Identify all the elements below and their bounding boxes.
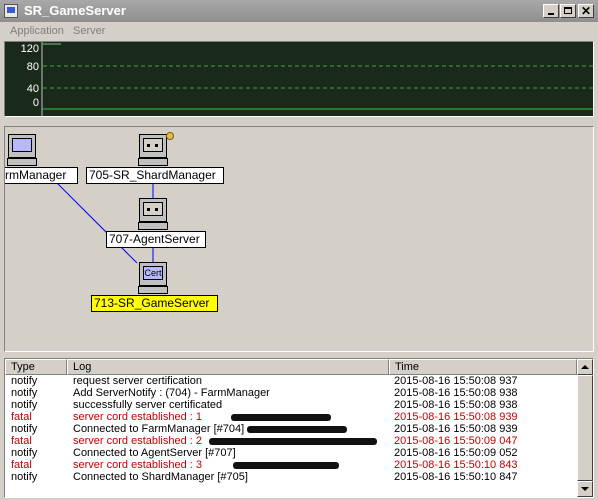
scroll-thumb[interactable]: [577, 375, 593, 481]
menu-bar: Application Server: [0, 22, 598, 41]
log-message-cell: successfully server certificated: [73, 399, 223, 411]
table-row[interactable]: fatal server cord established : 1 2015-08-…: [5, 411, 577, 423]
redaction-mark: [247, 426, 347, 433]
node-gameserver-label[interactable]: 713-SR_GameServer: [91, 295, 218, 312]
node-agentserver-text: 707-AgentServer: [109, 232, 200, 246]
log-time-cell: 2015-08-16 15:50:10 843: [394, 459, 518, 471]
link-farm-to-game: [56, 182, 138, 264]
log-type-cell: fatal: [11, 459, 32, 471]
log-type-cell: notify: [11, 387, 38, 399]
maximize-button[interactable]: [560, 4, 576, 18]
log-time-cell: 2015-08-16 15:50:09 052: [394, 447, 518, 459]
log-message-cell: Connected to AgentServer [#707]: [73, 447, 236, 459]
log-message-cell: Connected to ShardManager [#705]: [73, 471, 248, 483]
log-time-cell: 2015-08-16 15:50:08 937: [394, 375, 518, 387]
log-time-cell: 2015-08-16 15:50:08 938: [394, 387, 518, 399]
node-gameserver-certificate-icon[interactable]: Cert: [138, 262, 168, 296]
column-time[interactable]: Time: [389, 359, 577, 375]
log-message-cell: request server certification: [73, 375, 202, 387]
gear-icon: [166, 132, 174, 140]
minimize-icon: [548, 13, 554, 15]
minimize-button[interactable]: [543, 4, 559, 18]
close-icon: ✕: [581, 4, 592, 18]
redaction-mark: [233, 462, 339, 469]
arrow-down-icon: [581, 487, 589, 491]
node-shardmanager-label[interactable]: 705-SR_ShardManager: [86, 167, 224, 184]
graph-canvas: [41, 42, 593, 116]
table-row[interactable]: notify request server certification 2015-0…: [5, 375, 577, 387]
performance-graph: 120 80 40 0: [4, 41, 594, 117]
log-time-cell: 2015-08-16 15:50:08 939: [394, 411, 518, 423]
table-row[interactable]: notify Connected to ShardManager [#705] 20…: [5, 471, 577, 483]
redaction-mark: [209, 438, 377, 445]
log-time-cell: 2015-08-16 15:50:08 939: [394, 423, 518, 435]
maximize-icon: [564, 7, 572, 14]
arrow-up-icon: [581, 365, 589, 369]
node-farmmanager-computer-icon[interactable]: [7, 134, 37, 168]
log-message-cell: server cord established : 2: [73, 435, 203, 447]
table-row[interactable]: fatal server cord established : 2 2015-08-…: [5, 435, 577, 447]
node-shardmanager-text: 705-SR_ShardManager: [89, 168, 216, 182]
log-table-header: Type Log Time: [5, 359, 577, 375]
node-agentserver-label[interactable]: 707-AgentServer: [106, 231, 206, 248]
log-type-cell: fatal: [11, 435, 32, 447]
scroll-down-button[interactable]: [577, 481, 593, 497]
log-type-cell: notify: [11, 423, 38, 435]
app-icon[interactable]: [4, 4, 18, 18]
log-type-cell: notify: [11, 471, 38, 483]
log-rows: notify request server certification 2015-0…: [5, 375, 577, 483]
menu-application[interactable]: Application: [10, 25, 64, 37]
log-message-cell: Connected to FarmManager [#704]: [73, 423, 245, 435]
log-type-cell: notify: [11, 399, 38, 411]
node-gameserver-text: 713-SR_GameServer: [94, 296, 210, 310]
log-table: Type Log Time notify request server certi…: [4, 358, 594, 498]
table-row[interactable]: fatal server cord established : 3 2015-08-…: [5, 459, 577, 471]
scroll-up-button[interactable]: [577, 359, 593, 375]
node-agentserver-computer-icon[interactable]: [138, 198, 168, 232]
close-button[interactable]: ✕: [578, 4, 594, 18]
redaction-mark: [231, 414, 331, 421]
table-row[interactable]: notify successfully server certificated 20…: [5, 399, 577, 411]
node-farmmanager-text: rmManager: [5, 168, 67, 182]
menu-server[interactable]: Server: [73, 25, 105, 37]
topology-links: [56, 182, 154, 264]
table-row[interactable]: notify Connected to AgentServer [#707] 201…: [5, 447, 577, 459]
window-title: SR_GameServer: [24, 3, 126, 18]
node-shardmanager-computer-icon[interactable]: [138, 134, 168, 168]
title-bar: SR_GameServer ✕: [0, 0, 598, 22]
log-message-cell: server cord established : 1: [73, 411, 203, 423]
column-log[interactable]: Log: [67, 359, 389, 375]
column-type[interactable]: Type: [5, 359, 67, 375]
server-topology-panel: rmManager 705-SR_ShardManager 707-AgentS…: [4, 126, 594, 352]
log-time-cell: 2015-08-16 15:50:10 847: [394, 471, 518, 483]
log-time-cell: 2015-08-16 15:50:09 047: [394, 435, 518, 447]
log-type-cell: notify: [11, 447, 38, 459]
log-scrollbar[interactable]: [577, 359, 593, 497]
log-type-cell: notify: [11, 375, 38, 387]
log-message-cell: Add ServerNotify : (704) - FarmManager: [73, 387, 270, 399]
log-message-cell: server cord established : 3: [73, 459, 203, 471]
node-farmmanager-label[interactable]: rmManager: [5, 167, 78, 184]
table-row[interactable]: notify Connected to FarmManager [#704] 201…: [5, 423, 577, 435]
cert-screen-text: Cert: [144, 268, 162, 278]
log-time-cell: 2015-08-16 15:50:08 938: [394, 399, 518, 411]
table-row[interactable]: notify Add ServerNotify : (704) - FarmMan…: [5, 387, 577, 399]
log-type-cell: fatal: [11, 411, 32, 423]
